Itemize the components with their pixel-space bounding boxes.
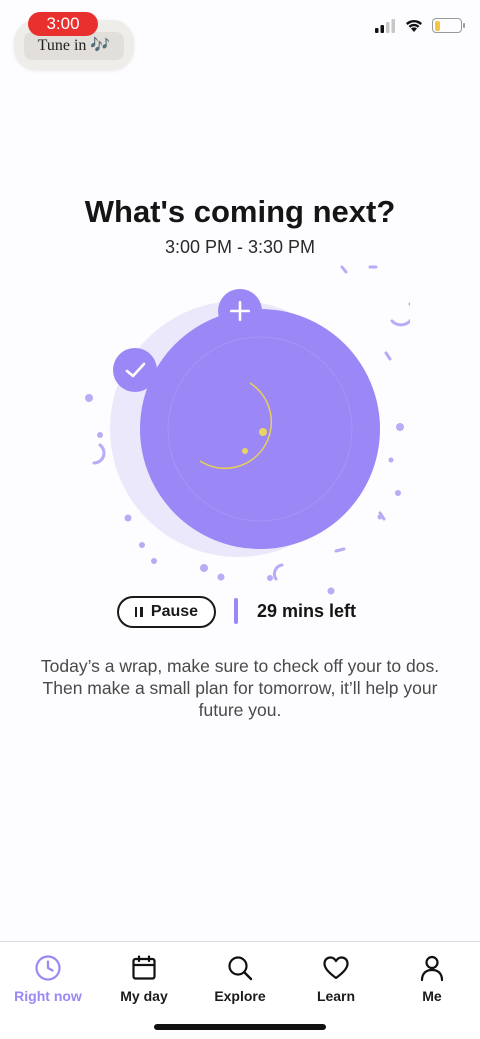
heart-icon [323, 956, 349, 980]
page-title: What's coming next? [84, 194, 396, 229]
battery-icon [432, 18, 465, 33]
tab-my-day[interactable]: My day [96, 954, 192, 1004]
person-icon [420, 955, 444, 982]
tab-right-now[interactable]: Right now [0, 954, 96, 1004]
clock-icon [35, 955, 61, 981]
tab-me[interactable]: Me [384, 954, 480, 1004]
pause-button[interactable]: Pause [117, 596, 216, 628]
add-button[interactable] [218, 289, 262, 333]
signal-icon [375, 18, 395, 33]
tab-label: Me [422, 988, 442, 1004]
time-left: 29 mins left [257, 601, 357, 621]
status-time[interactable]: 3:00 [28, 12, 98, 36]
wifi-icon [406, 19, 422, 32]
complete-button[interactable] [113, 348, 157, 392]
status-bar: Tune in 🎶 3:00 [0, 0, 480, 70]
pause-icon [134, 607, 143, 617]
tab-bar: Right now My day Explore Learn Me [0, 941, 480, 1039]
wrap-up-message: Today’s a wrap, make sure to check off y… [40, 656, 440, 720]
moon-illustration [85, 265, 410, 595]
status-icons [374, 18, 465, 33]
tab-label: Right now [14, 988, 82, 1004]
pause-label: Pause [150, 603, 199, 620]
home-indicator [154, 1024, 326, 1030]
divider [234, 598, 238, 624]
tab-label: My day [120, 988, 168, 1004]
tab-explore[interactable]: Explore [192, 954, 288, 1004]
tab-learn[interactable]: Learn [288, 954, 384, 1004]
tune-in-label: Tune in 🎶 [24, 32, 124, 60]
session-controls: Pause 29 mins left [0, 594, 480, 630]
battery-level [434, 20, 440, 31]
tab-label: Learn [316, 988, 356, 1004]
tab-label: Explore [214, 988, 266, 1004]
calendar-icon [132, 955, 156, 980]
session-disc [140, 309, 380, 549]
search-icon [228, 956, 253, 981]
